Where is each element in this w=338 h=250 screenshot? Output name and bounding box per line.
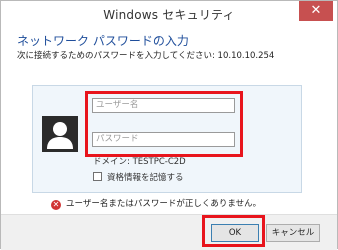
- window-title: Windows セキュリティ: [103, 8, 235, 22]
- ok-highlight-box: [202, 215, 265, 247]
- error-message-row: ✕ ユーザー名またはパスワードが正しくありません。: [51, 197, 261, 210]
- error-message: ユーザー名またはパスワードが正しくありません。: [66, 199, 262, 209]
- fields-highlight-box: [85, 91, 243, 157]
- credential-dialog: Windows セキュリティ ✕ ネットワーク パスワードの入力 次に接続するた…: [0, 0, 338, 250]
- cancel-button[interactable]: キャンセル: [266, 224, 320, 242]
- remember-credentials-row[interactable]: 資格情報を記憶する: [93, 171, 184, 183]
- dialog-heading: ネットワーク パスワードの入力: [17, 34, 189, 48]
- close-icon: ✕: [310, 3, 322, 18]
- error-icon: ✕: [51, 200, 61, 210]
- title-bar[interactable]: Windows セキュリティ ✕: [1, 1, 337, 27]
- dialog-subheading: 次に接続するためのパスワードを入力してください: 10.10.10.254: [17, 51, 275, 61]
- remember-checkbox[interactable]: [93, 172, 102, 181]
- remember-label: 資格情報を記憶する: [107, 173, 184, 183]
- close-button[interactable]: ✕: [299, 1, 333, 21]
- user-avatar-icon: [42, 116, 78, 152]
